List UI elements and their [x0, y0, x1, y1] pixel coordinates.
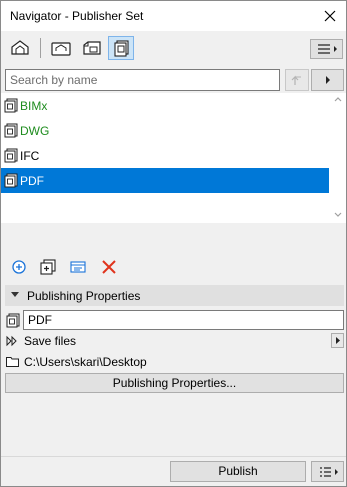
publisher-set-icon: [6, 313, 20, 328]
delete-button[interactable]: [99, 257, 119, 277]
layout-book-button[interactable]: [79, 36, 105, 60]
navigator-window: Navigator - Publisher Set Search by name…: [0, 0, 347, 487]
list-item-label: DWG: [20, 124, 50, 138]
arrow-up-icon: [291, 75, 301, 85]
list-item-ifc[interactable]: IFC: [1, 143, 329, 168]
new-item-icon: [12, 260, 26, 274]
folder-icon: [6, 357, 19, 367]
delete-icon: [102, 260, 116, 274]
publisher-set-icon: [4, 98, 18, 113]
close-button[interactable]: [319, 6, 341, 26]
scrollbar-arrows-icon: [334, 97, 342, 217]
project-map-icon: [11, 40, 29, 55]
new-folder-button[interactable]: [38, 257, 58, 277]
save-files-icon: [6, 335, 17, 347]
search-input[interactable]: [5, 69, 280, 91]
chevron-right-icon: [336, 337, 340, 344]
list-item-dwg[interactable]: DWG: [1, 118, 329, 143]
footer-divider: [1, 456, 346, 457]
list-menu-icon: [320, 467, 338, 477]
output-path-row[interactable]: C:\Users\skari\Desktop: [5, 353, 344, 371]
save-mode-dropdown-button[interactable]: [331, 333, 344, 348]
properties-button[interactable]: [68, 257, 88, 277]
new-folder-icon: [40, 259, 56, 275]
publisher-sets-button[interactable]: [108, 36, 134, 60]
publisher-set-icon: [4, 173, 18, 188]
publisher-sets-icon: [114, 40, 129, 57]
chevron-right-icon: [326, 76, 330, 84]
list-item-label: BIMx: [20, 99, 48, 113]
publisher-set-list: BIMx DWG IFC PDF: [1, 93, 346, 223]
view-map-button[interactable]: [48, 36, 74, 60]
hamburger-menu-icon: [318, 44, 337, 54]
list-item-pdf[interactable]: PDF: [1, 168, 329, 193]
collapse-arrow-icon: [11, 292, 19, 297]
project-map-button[interactable]: [7, 36, 33, 60]
navigator-toolbar: [1, 31, 346, 65]
navigator-menu-button[interactable]: [310, 39, 343, 59]
list-item-label: IFC: [20, 149, 40, 163]
window-title: Navigator - Publisher Set: [10, 9, 144, 23]
toolbar-separator: [40, 38, 41, 58]
go-up-button[interactable]: [285, 69, 309, 91]
list-item-bimx[interactable]: BIMx: [1, 93, 329, 118]
save-mode-label: Save files: [24, 334, 77, 348]
list-item-label: PDF: [20, 174, 44, 188]
publishing-properties-header[interactable]: Publishing Properties: [5, 285, 344, 306]
publisher-set-icon: [4, 148, 18, 163]
properties-icon: [70, 261, 86, 273]
publish-button[interactable]: Publish: [170, 461, 306, 482]
output-path-label: C:\Users\skari\Desktop: [24, 355, 147, 369]
close-icon: [324, 10, 336, 22]
search-options-button[interactable]: [311, 69, 344, 91]
publish-options-button[interactable]: [311, 461, 344, 482]
new-item-button[interactable]: [9, 257, 29, 277]
set-name-field[interactable]: [23, 310, 344, 330]
list-scrollbar[interactable]: [330, 93, 346, 223]
layout-book-icon: [83, 41, 101, 55]
view-map-icon: [51, 42, 71, 56]
publishing-properties-button[interactable]: Publishing Properties...: [5, 373, 344, 393]
publisher-set-icon: [4, 123, 18, 138]
section-title: Publishing Properties: [27, 289, 141, 303]
save-mode-row[interactable]: Save files: [5, 332, 344, 350]
title-bar: Navigator - Publisher Set: [1, 1, 346, 31]
